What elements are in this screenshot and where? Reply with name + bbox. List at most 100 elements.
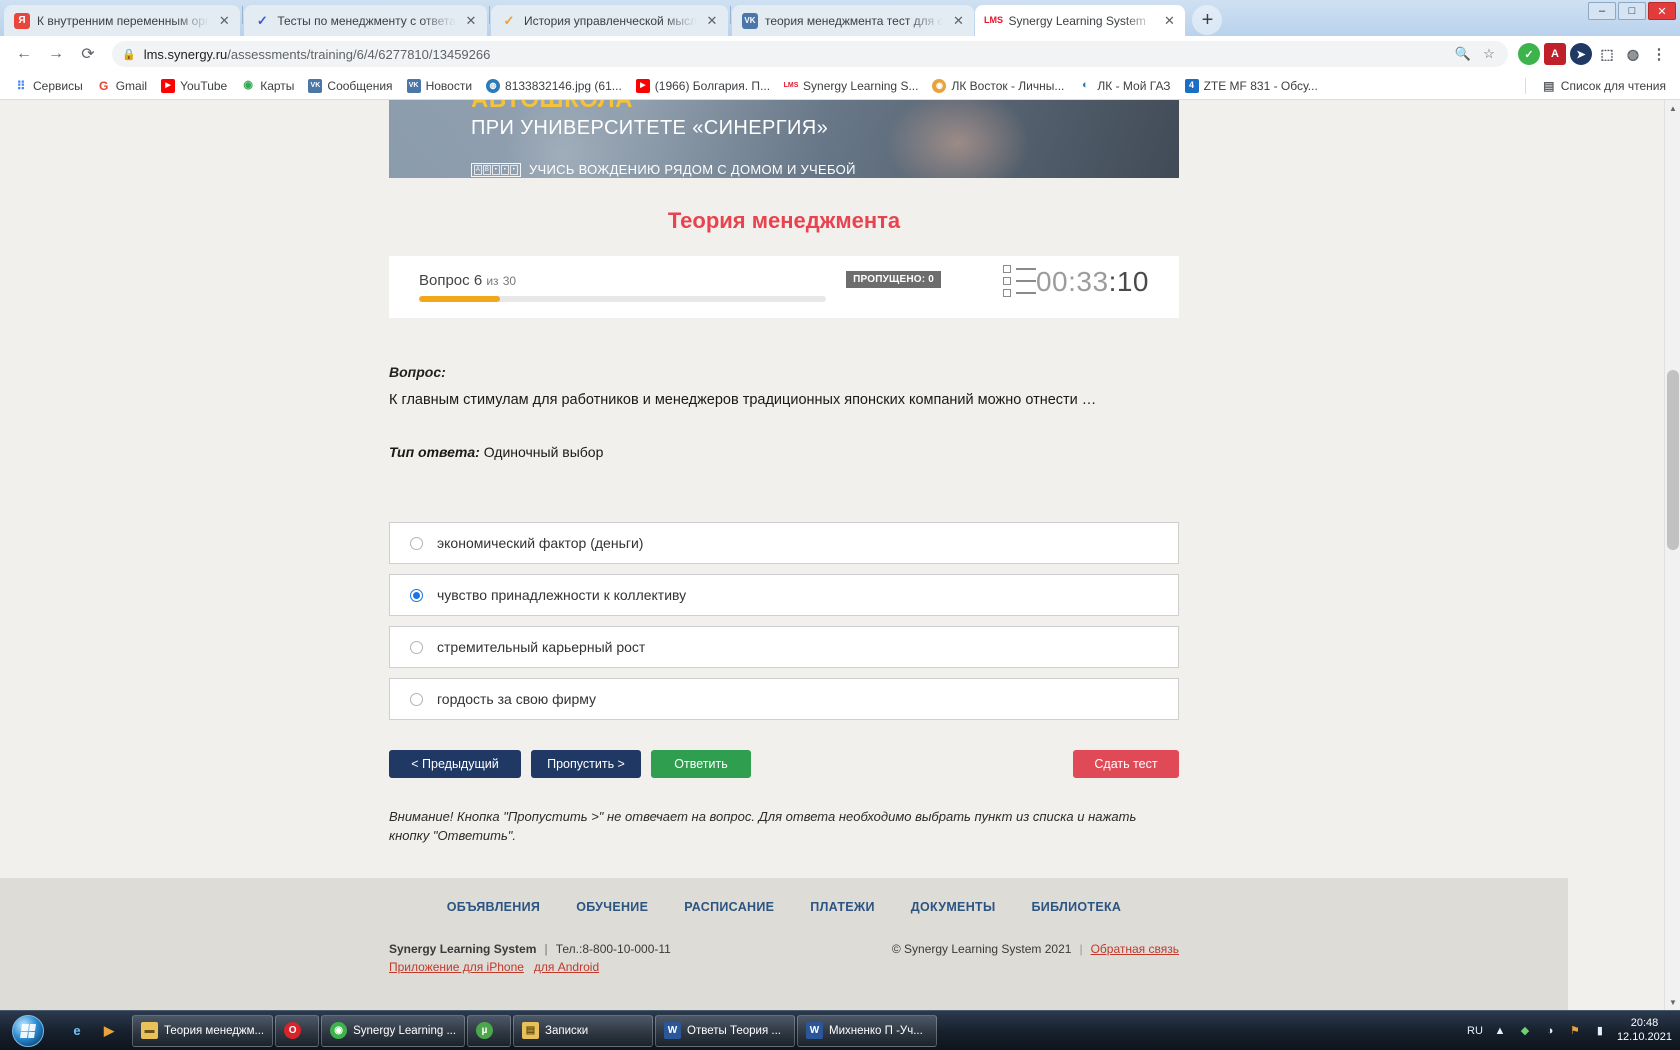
answer-button[interactable]: Ответить — [651, 750, 751, 779]
footer-link-announcements[interactable]: ОБЪЯВЛЕНИЯ — [447, 900, 540, 914]
close-icon[interactable]: ✕ — [704, 13, 720, 29]
maximize-button[interactable]: □ — [1618, 2, 1646, 20]
taskbar-item-word-answers[interactable]: W Ответы Теория ... — [655, 1014, 796, 1047]
pdf-icon[interactable]: A — [1544, 43, 1566, 65]
footer-brand-line: Synergy Learning System | Тел.:8-800-10-00… — [389, 942, 671, 956]
adblock-check-icon[interactable]: ✓ — [1518, 43, 1540, 65]
taskbar-item-folder[interactable]: ▬ Теория менеджм... — [132, 1014, 274, 1047]
scroll-down-arrow[interactable]: ▼ — [1665, 994, 1680, 1010]
antivirus-shield-icon[interactable]: ◆ — [1517, 1023, 1533, 1039]
iphone-app-link[interactable]: Приложение для iPhone — [389, 960, 524, 974]
answer-option-1[interactable]: экономический фактор (деньги) — [389, 522, 1179, 565]
bookmark-lk-vostok[interactable]: ◉ ЛК Восток - Личны... — [926, 77, 1070, 95]
ie-icon[interactable]: e — [64, 1018, 90, 1044]
chrome-menu-icon[interactable]: ⋮ — [1648, 43, 1670, 65]
instructions-note: Внимание! Кнопка "Пропустить >" не отвеч… — [389, 809, 1137, 844]
answer-type-label: Тип ответа: — [389, 444, 480, 461]
answer-option-3[interactable]: стремительный карьерный рост — [389, 626, 1179, 669]
browser-tab-5-active[interactable]: LMS Synergy Learning System ✕ — [975, 5, 1186, 36]
browser-tab-1[interactable]: Я К внутренним переменным орг ✕ — [4, 5, 241, 36]
bookmark-moy-gaz[interactable]: ◐ ЛК - Мой ГАЗ — [1072, 77, 1176, 95]
bookmark-bulgaria-video[interactable]: ▶ (1966) Болгария. П... — [630, 77, 776, 95]
bookmark-vk-news[interactable]: VK Новости — [401, 77, 478, 95]
footer-copyright-block: © Synergy Learning System 2021 | Обратная … — [892, 942, 1179, 956]
taskbar-item-utorrent[interactable]: µ — [467, 1014, 512, 1047]
volume-icon[interactable]: ◑ — [1542, 1023, 1558, 1039]
reload-icon[interactable]: ⟳ — [74, 40, 102, 68]
url-text: lms.synergy.ru/assessments/training/6/4/… — [144, 47, 1446, 62]
maps-pin-icon: ◉ — [243, 79, 254, 91]
android-app-link[interactable]: для Android — [534, 960, 599, 974]
taskbar-item-opera[interactable]: O — [275, 1014, 320, 1047]
answer-option-4[interactable]: гордость за свою фирму — [389, 678, 1179, 721]
answer-type-value: Одиночный выбор — [483, 444, 604, 461]
close-icon[interactable]: ✕ — [463, 13, 479, 29]
tab-divider — [729, 6, 731, 24]
radio-button[interactable] — [410, 536, 423, 550]
puzzle-extension-icon[interactable]: ⬚ — [1596, 43, 1618, 65]
zoom-search-icon[interactable]: 🔍 — [1454, 46, 1472, 62]
bookmark-synergy-lms[interactable]: LMS Synergy Learning S... — [778, 77, 924, 95]
bookmark-star-icon[interactable]: ☆ — [1480, 46, 1498, 62]
feedback-link[interactable]: Обратная связь — [1091, 942, 1179, 956]
footer-link-documents[interactable]: ДОКУМЕНТЫ — [911, 900, 996, 914]
language-indicator[interactable]: RU — [1467, 1025, 1483, 1037]
divider: | — [1079, 942, 1083, 956]
flag-icon[interactable]: ⚑ — [1567, 1023, 1583, 1039]
scrollbar-thumb[interactable] — [1667, 370, 1679, 550]
bookmark-vk-messages[interactable]: VK Сообщения — [302, 77, 398, 95]
submit-test-button[interactable]: Сдать тест — [1073, 750, 1179, 779]
clock-date: 12.10.2021 — [1616, 1030, 1672, 1043]
taskbar-item-notes[interactable]: ▤ Записки — [513, 1014, 654, 1047]
answer-option-label: стремительный карьерный рост — [437, 639, 646, 656]
network-icon[interactable]: ▮ — [1592, 1023, 1608, 1039]
bookmark-label: ЛК - Мой ГАЗ — [1097, 78, 1171, 93]
question-list-icon[interactable] — [1003, 265, 1036, 297]
back-icon[interactable]: ← — [10, 40, 38, 68]
page-scrollbar[interactable]: ▲ ▼ — [1664, 100, 1680, 1010]
address-bar[interactable]: 🔒 lms.synergy.ru/assessments/training/6/… — [112, 41, 1508, 67]
footer-link-schedule[interactable]: РАСПИСАНИЕ — [684, 900, 774, 914]
close-icon[interactable]: ✕ — [216, 13, 232, 29]
divider — [1524, 77, 1526, 94]
bookmark-zte[interactable]: 4 ZTE MF 831 - Обсу... — [1179, 77, 1324, 95]
close-window-button[interactable]: ✕ — [1648, 2, 1676, 20]
word-icon: W — [806, 1022, 824, 1039]
profile-avatar-icon[interactable]: ◍ — [1622, 43, 1644, 65]
bookmark-services[interactable]: ⠿ Сервисы — [8, 77, 89, 95]
taskbar-item-chrome[interactable]: ◉ Synergy Learning ... — [321, 1014, 466, 1047]
taskbar-clock[interactable]: 20:48 12.10.2021 — [1617, 1017, 1672, 1045]
banner-line-2: ПРИ УНИВЕРСИТЕТЕ «СИНЕРГИЯ» — [471, 117, 829, 139]
previous-question-button[interactable]: < Предыдущий — [389, 750, 521, 779]
footer-link-library[interactable]: БИБЛИОТЕКА — [1032, 900, 1122, 914]
answer-option-2[interactable]: чувство принадлежности к коллективу — [389, 574, 1179, 617]
bookmark-label: Synergy Learning S... — [803, 78, 919, 93]
minimize-button[interactable]: – — [1588, 2, 1616, 20]
radio-button[interactable] — [410, 692, 423, 706]
browser-tab-3[interactable]: ✓ История управленческой мысл ✕ — [490, 5, 728, 36]
bookmark-image-file[interactable]: ◍ 8133832146.jpg (61... — [480, 77, 628, 95]
close-icon[interactable]: ✕ — [1161, 13, 1177, 29]
apps-grid-icon: ⠿ — [16, 78, 26, 93]
media-player-icon[interactable]: ▶ — [96, 1018, 122, 1044]
show-hidden-icons[interactable]: ▲ — [1492, 1023, 1508, 1039]
cursor-extension-icon[interactable]: ➤ — [1570, 43, 1592, 65]
close-icon[interactable]: ✕ — [950, 13, 966, 29]
browser-tab-2[interactable]: ✓ Тесты по менеджменту с ответа ✕ — [244, 5, 487, 36]
radio-button[interactable] — [410, 588, 423, 602]
taskbar-item-word-textbook[interactable]: W Михненко П -Уч... — [797, 1014, 938, 1047]
forward-icon[interactable]: → — [42, 40, 70, 68]
new-tab-button[interactable]: + — [1192, 5, 1223, 35]
bookmark-youtube[interactable]: ▶ YouTube — [155, 77, 233, 95]
browser-tab-4[interactable]: VK теория менеджмента тест для с ✕ — [731, 5, 975, 36]
skip-question-button[interactable]: Пропустить > — [531, 750, 641, 779]
bookmark-maps[interactable]: ◉ Карты — [235, 77, 300, 95]
footer-link-education[interactable]: ОБУЧЕНИЕ — [576, 900, 648, 914]
scroll-up-arrow[interactable]: ▲ — [1665, 100, 1680, 116]
radio-button[interactable] — [410, 640, 423, 654]
bookmark-gmail[interactable]: G Gmail — [91, 77, 153, 95]
footer-link-payments[interactable]: ПЛАТЕЖИ — [810, 900, 875, 914]
start-button[interactable] — [2, 1013, 54, 1049]
reading-list-button[interactable]: ▤ Список для чтения — [1536, 77, 1672, 95]
driving-school-banner[interactable]: АВТОШКОЛА ПРИ УНИВЕРСИТЕТЕ «СИНЕРГИЯ» АВ… — [389, 100, 1179, 178]
